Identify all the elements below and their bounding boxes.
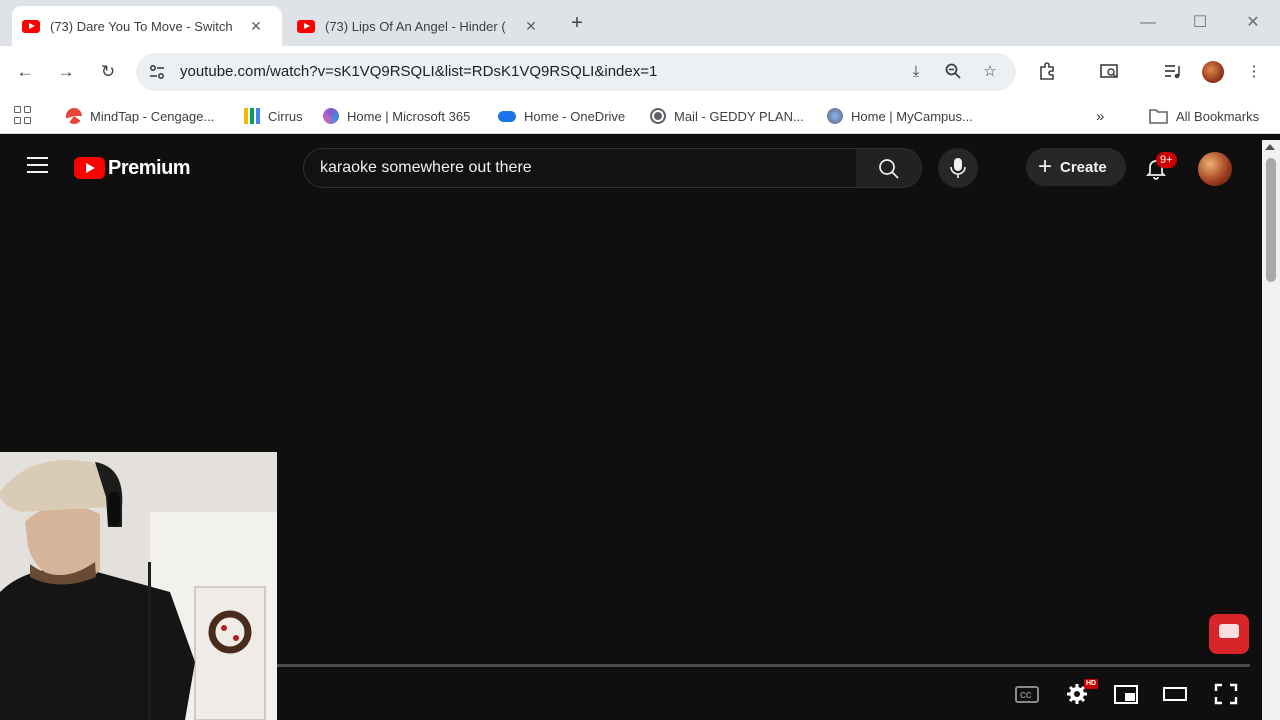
bookmark-label: Home | Microsoft 365: [347, 108, 471, 124]
bookmark-mycampus[interactable]: Home | MyCampus...: [827, 106, 973, 126]
browser-tab[interactable]: (73) Lips Of An Angel - Hinder ( ✕: [287, 6, 557, 46]
video-progress-bar[interactable]: [277, 664, 1250, 667]
zoom-icon[interactable]: [943, 62, 963, 82]
create-button[interactable]: + Create: [1026, 148, 1126, 186]
install-app-icon[interactable]: ⤓: [906, 62, 926, 82]
all-bookmarks-label: All Bookmarks: [1176, 108, 1260, 124]
microphone-icon: [950, 158, 966, 178]
subscribe-watermark-icon[interactable]: [1209, 614, 1249, 654]
voice-search-button[interactable]: [938, 148, 978, 188]
plus-icon: +: [1038, 153, 1053, 180]
new-tab-button[interactable]: +: [566, 12, 588, 34]
miniplayer-icon[interactable]: [1113, 682, 1139, 706]
account-avatar[interactable]: [1198, 152, 1232, 186]
bookmark-star-icon[interactable]: ☆: [980, 62, 1000, 82]
browser-tab-active[interactable]: (73) Dare You To Move - Switch ✕: [12, 6, 282, 46]
profile-avatar[interactable]: [1202, 61, 1224, 83]
bookmark-cirrus[interactable]: Cirrus: [244, 106, 303, 126]
bookmarks-overflow-icon[interactable]: »: [1096, 106, 1104, 126]
tab-close-icon[interactable]: ✕: [248, 18, 264, 34]
tab-search-icon[interactable]: [1098, 61, 1120, 83]
globe-icon: [650, 108, 666, 124]
media-control-icon[interactable]: [1161, 61, 1183, 83]
theater-mode-icon[interactable]: [1162, 682, 1188, 706]
fullscreen-icon[interactable]: [1213, 682, 1239, 706]
folder-icon: [1149, 109, 1168, 124]
scrollbar-thumb[interactable]: [1266, 158, 1276, 282]
extensions-icon[interactable]: [1037, 61, 1059, 83]
bookmarks-bar: MindTap - Cengage... Cirrus Home | Micro…: [0, 98, 1280, 134]
search-button[interactable]: [856, 148, 922, 188]
tab-strip: (73) Dare You To Move - Switch ✕ (73) Li…: [0, 0, 1280, 46]
url-text[interactable]: youtube.com/watch?v=sK1VQ9RSQLI&list=RDs…: [180, 53, 657, 91]
search-input[interactable]: karaoke somewhere out there: [303, 148, 857, 188]
bookmark-mail[interactable]: Mail - GEDDY PLAN...: [650, 106, 804, 126]
bookmark-label: Cirrus: [268, 108, 303, 124]
search-icon: [879, 159, 899, 179]
search-query-text[interactable]: karaoke somewhere out there: [320, 149, 532, 187]
hamburger-menu-icon[interactable]: [27, 157, 48, 173]
scroll-up-arrow-icon[interactable]: [1265, 144, 1275, 150]
reload-icon[interactable]: ↻: [96, 60, 120, 84]
minimize-icon[interactable]: —: [1137, 12, 1159, 34]
bookmark-label: MindTap - Cengage...: [90, 108, 215, 124]
apps-grid-icon[interactable]: [14, 106, 32, 124]
browser-toolbar: ← → ↻ youtube.com/watch?v=sK1VQ9RSQLI&li…: [0, 46, 1280, 98]
microsoft365-icon: [323, 108, 339, 124]
forward-icon[interactable]: →: [54, 60, 78, 84]
menu-kebab-icon[interactable]: ⋮: [1243, 61, 1265, 83]
create-label: Create: [1060, 158, 1107, 176]
close-window-icon[interactable]: ✕: [1242, 12, 1264, 34]
youtube-favicon-icon: [22, 19, 40, 33]
webcam-overlay: [0, 452, 277, 720]
svg-text:CC: CC: [1020, 691, 1032, 700]
globe-icon: [827, 108, 843, 124]
youtube-header: Premium karaoke somewhere out there + Cr…: [0, 140, 1262, 196]
bookmark-label: Mail - GEDDY PLAN...: [674, 108, 804, 124]
tab-title: (73) Dare You To Move - Switch: [50, 18, 233, 34]
tab-close-icon[interactable]: ✕: [523, 18, 539, 34]
onedrive-icon: [498, 110, 516, 122]
bookmark-label: Home | MyCampus...: [851, 108, 973, 124]
webcam-person-image: [0, 452, 277, 720]
all-bookmarks-button[interactable]: All Bookmarks: [1149, 106, 1259, 126]
back-icon[interactable]: ←: [13, 60, 37, 84]
bookmark-onedrive[interactable]: Home - OneDrive: [498, 106, 625, 126]
hd-badge: HD: [1084, 679, 1099, 689]
logo-text: Premium: [108, 156, 191, 179]
captions-icon[interactable]: CC: [1014, 682, 1040, 706]
bookmark-label: Home - OneDrive: [524, 108, 626, 124]
youtube-premium-logo[interactable]: Premium: [74, 156, 191, 179]
address-bar[interactable]: youtube.com/watch?v=sK1VQ9RSQLI&list=RDs…: [136, 53, 1016, 91]
site-info-icon[interactable]: [148, 63, 166, 81]
bookmark-mindtap[interactable]: MindTap - Cengage...: [66, 106, 214, 126]
notification-count-badge: 9+: [1156, 152, 1177, 168]
youtube-favicon-icon: [297, 19, 315, 33]
cirrus-icon: [244, 108, 260, 124]
youtube-play-logo-icon: [74, 157, 105, 179]
tab-title: (73) Lips Of An Angel - Hinder (: [325, 18, 506, 34]
maximize-icon[interactable]: ☐: [1189, 12, 1211, 34]
mindtap-icon: [66, 108, 82, 124]
bookmark-microsoft365[interactable]: Home | Microsoft 365: [323, 106, 470, 126]
